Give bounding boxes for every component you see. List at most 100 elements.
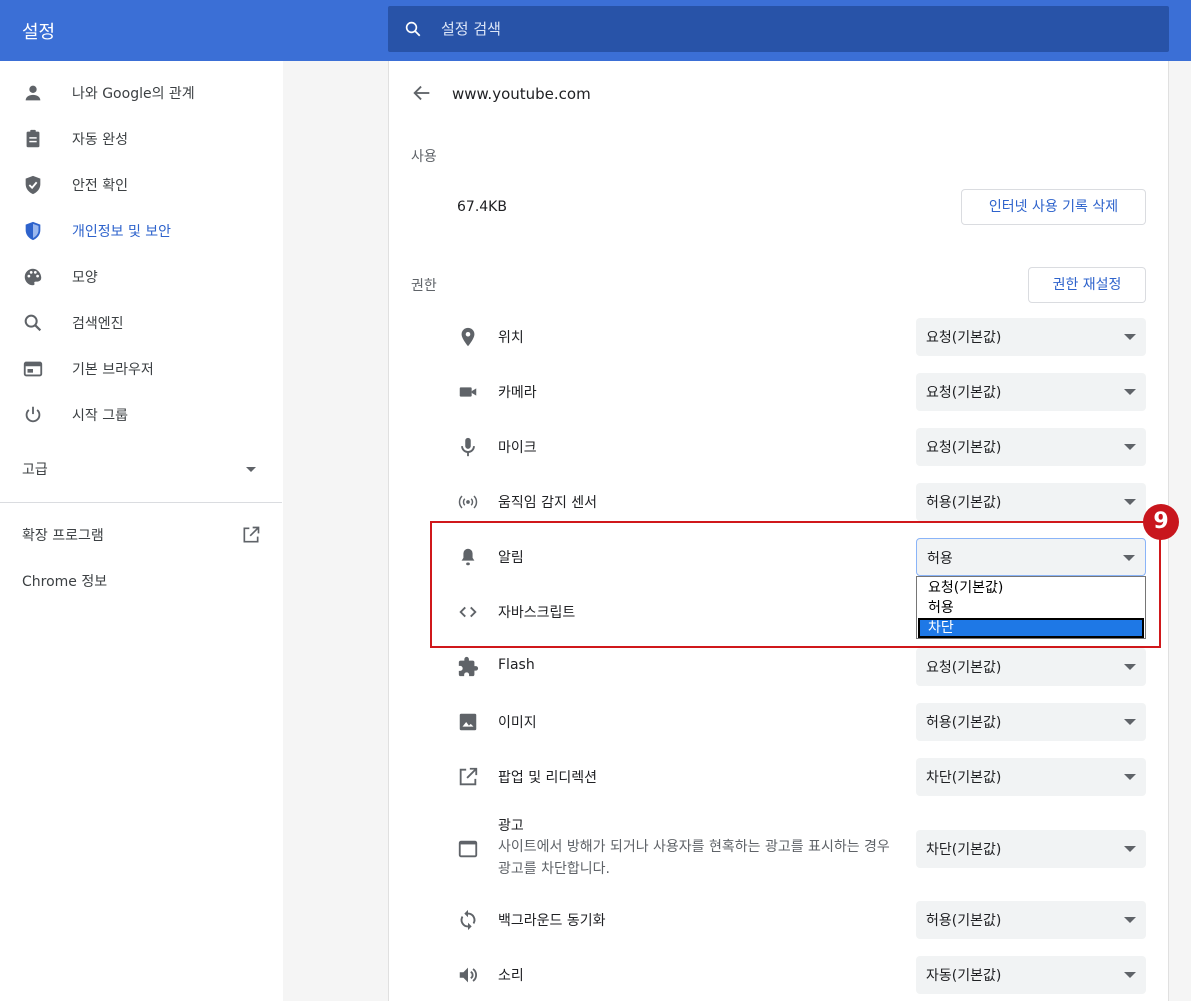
sidebar-extensions-link[interactable]: 확장 프로그램 xyxy=(22,525,104,545)
image-icon xyxy=(459,713,477,731)
permission-row-microphone: 마이크 요청(기본값) xyxy=(440,428,1146,466)
caret-down-icon xyxy=(1124,389,1136,395)
select-value: 허용(기본값) xyxy=(926,913,1002,929)
sidebar-item-label: 시작 그룹 xyxy=(72,408,128,424)
sidebar-divider xyxy=(0,502,282,503)
permission-label: Flash xyxy=(498,657,535,673)
caret-down-icon xyxy=(1124,972,1136,978)
select-value: 요청(기본값) xyxy=(926,660,1002,676)
permission-row-images: 이미지 허용(기본값) xyxy=(440,703,1146,741)
permission-label: 마이크 xyxy=(498,440,537,456)
permission-row-flash: Flash 요청(기본값) xyxy=(440,648,1146,686)
caret-down-icon xyxy=(1124,846,1136,852)
ad-window-icon xyxy=(458,840,478,858)
person-icon xyxy=(25,85,41,101)
sidebar-item-search-engine[interactable]: 검색엔진 xyxy=(0,302,282,342)
caret-down-icon xyxy=(1124,499,1136,505)
back-arrow-icon[interactable] xyxy=(411,82,433,104)
sidebar-item-label: 검색엔진 xyxy=(72,316,124,332)
permission-select-camera[interactable]: 요청(기본값) xyxy=(916,373,1146,411)
permission-row-popups: 팝업 및 리디렉션 차단(기본값) xyxy=(440,758,1146,796)
permission-row-motion-sensors: 움직임 감지 센서 허용(기본값) xyxy=(440,483,1146,521)
caret-down-icon xyxy=(1124,917,1136,923)
sensor-icon xyxy=(458,495,478,509)
puzzle-icon xyxy=(458,656,479,677)
clear-data-button[interactable]: 인터넷 사용 기록 삭제 xyxy=(961,189,1146,225)
permission-label: 위치 xyxy=(498,330,524,346)
sidebar-item-you-and-google[interactable]: 나와 Google의 관계 xyxy=(0,72,282,112)
search-placeholder: 설정 검색 xyxy=(441,20,501,38)
camera-icon xyxy=(459,387,477,397)
sidebar-item-label: 자동 완성 xyxy=(72,132,128,148)
sidebar-item-label: 나와 Google의 관계 xyxy=(72,86,195,102)
permission-row-ads: 광고 사이트에서 방해가 되거나 사용자를 현혹하는 광고를 표시하는 경우 광… xyxy=(440,813,1146,883)
sidebar: 나와 Google의 관계 자동 완성 안전 확인 개인정보 및 보안 모양 검… xyxy=(0,61,282,1001)
shield-check-icon xyxy=(25,175,41,195)
caret-down-icon xyxy=(1124,664,1136,670)
caret-down-icon xyxy=(1124,774,1136,780)
permission-description: 사이트에서 방해가 되거나 사용자를 현혹하는 광고를 표시하는 경우 광고를 … xyxy=(498,839,890,877)
sidebar-item-appearance[interactable]: 모양 xyxy=(0,256,282,296)
select-value: 허용(기본값) xyxy=(926,495,1002,511)
page-title: 설정 xyxy=(22,22,56,43)
sidebar-item-label: 모양 xyxy=(72,270,98,286)
select-value: 차단(기본값) xyxy=(926,842,1002,858)
annotation-highlight-box xyxy=(430,521,1161,648)
caret-down-icon xyxy=(1124,334,1136,340)
select-value: 차단(기본값) xyxy=(926,770,1002,786)
search-icon xyxy=(405,21,421,37)
permission-select-ads[interactable]: 차단(기본값) xyxy=(916,830,1146,868)
permission-select-images[interactable]: 허용(기본값) xyxy=(916,703,1146,741)
permission-label: 카메라 xyxy=(498,385,537,401)
select-value: 허용(기본값) xyxy=(926,715,1002,731)
permission-label: 팝업 및 리디렉션 xyxy=(498,770,598,786)
volume-icon xyxy=(459,967,477,983)
select-value: 자동(기본값) xyxy=(926,968,1002,984)
permission-label: 백그라운드 동기화 xyxy=(498,913,606,929)
permission-select-flash[interactable]: 요청(기본값) xyxy=(916,648,1146,686)
usage-section-label: 사용 xyxy=(411,149,437,165)
permission-select-popups[interactable]: 차단(기본값) xyxy=(916,758,1146,796)
shield-icon xyxy=(25,221,41,241)
permission-row-camera: 카메라 요청(기본값) xyxy=(440,373,1146,411)
location-pin-icon xyxy=(461,327,475,347)
site-title: www.youtube.com xyxy=(452,85,591,103)
caret-down-icon xyxy=(1124,719,1136,725)
permission-select-sound[interactable]: 자동(기본값) xyxy=(916,956,1146,994)
permission-row-location: 위치 요청(기본값) xyxy=(440,318,1146,356)
palette-icon xyxy=(24,268,42,286)
permission-label: 소리 xyxy=(498,968,524,984)
settings-search-box[interactable]: 설정 검색 xyxy=(388,6,1169,52)
sidebar-item-privacy-security[interactable]: 개인정보 및 보안 xyxy=(0,210,282,250)
permission-label: 광고 xyxy=(498,818,524,834)
sidebar-item-default-browser[interactable]: 기본 브라우저 xyxy=(0,348,282,388)
open-in-new-icon xyxy=(459,767,478,786)
permission-select-background-sync[interactable]: 허용(기본값) xyxy=(916,901,1146,939)
chevron-down-icon[interactable] xyxy=(246,467,256,472)
open-in-new-icon[interactable] xyxy=(241,525,261,545)
select-value: 요청(기본값) xyxy=(926,385,1002,401)
usage-value: 67.4KB xyxy=(457,199,507,215)
clipboard-icon xyxy=(26,129,40,148)
reset-permissions-button[interactable]: 권한 재설정 xyxy=(1028,267,1146,303)
permission-select-location[interactable]: 요청(기본값) xyxy=(916,318,1146,356)
permission-label: 움직임 감지 센서 xyxy=(498,495,598,511)
select-value: 요청(기본값) xyxy=(926,330,1002,346)
sidebar-item-autofill[interactable]: 자동 완성 xyxy=(0,118,282,158)
sidebar-item-on-startup[interactable]: 시작 그룹 xyxy=(0,394,282,434)
sidebar-item-label: 기본 브라우저 xyxy=(72,362,154,378)
sidebar-advanced[interactable]: 고급 xyxy=(22,459,48,479)
select-value: 요청(기본값) xyxy=(926,440,1002,456)
browser-icon xyxy=(23,361,43,377)
sidebar-about-chrome[interactable]: Chrome 정보 xyxy=(22,571,107,591)
permissions-section-label: 권한 xyxy=(411,278,437,294)
sidebar-item-safety-check[interactable]: 안전 확인 xyxy=(0,164,282,204)
permission-row-background-sync: 백그라운드 동기화 허용(기본값) xyxy=(440,901,1146,939)
permission-row-sound: 소리 자동(기본값) xyxy=(440,956,1146,994)
permission-select-microphone[interactable]: 요청(기본값) xyxy=(916,428,1146,466)
annotation-step-badge: 9 xyxy=(1143,504,1179,540)
permission-select-motion-sensors[interactable]: 허용(기본값) xyxy=(916,483,1146,521)
search-icon xyxy=(24,314,42,332)
microphone-icon xyxy=(461,437,475,457)
sidebar-item-label: 안전 확인 xyxy=(72,178,128,194)
